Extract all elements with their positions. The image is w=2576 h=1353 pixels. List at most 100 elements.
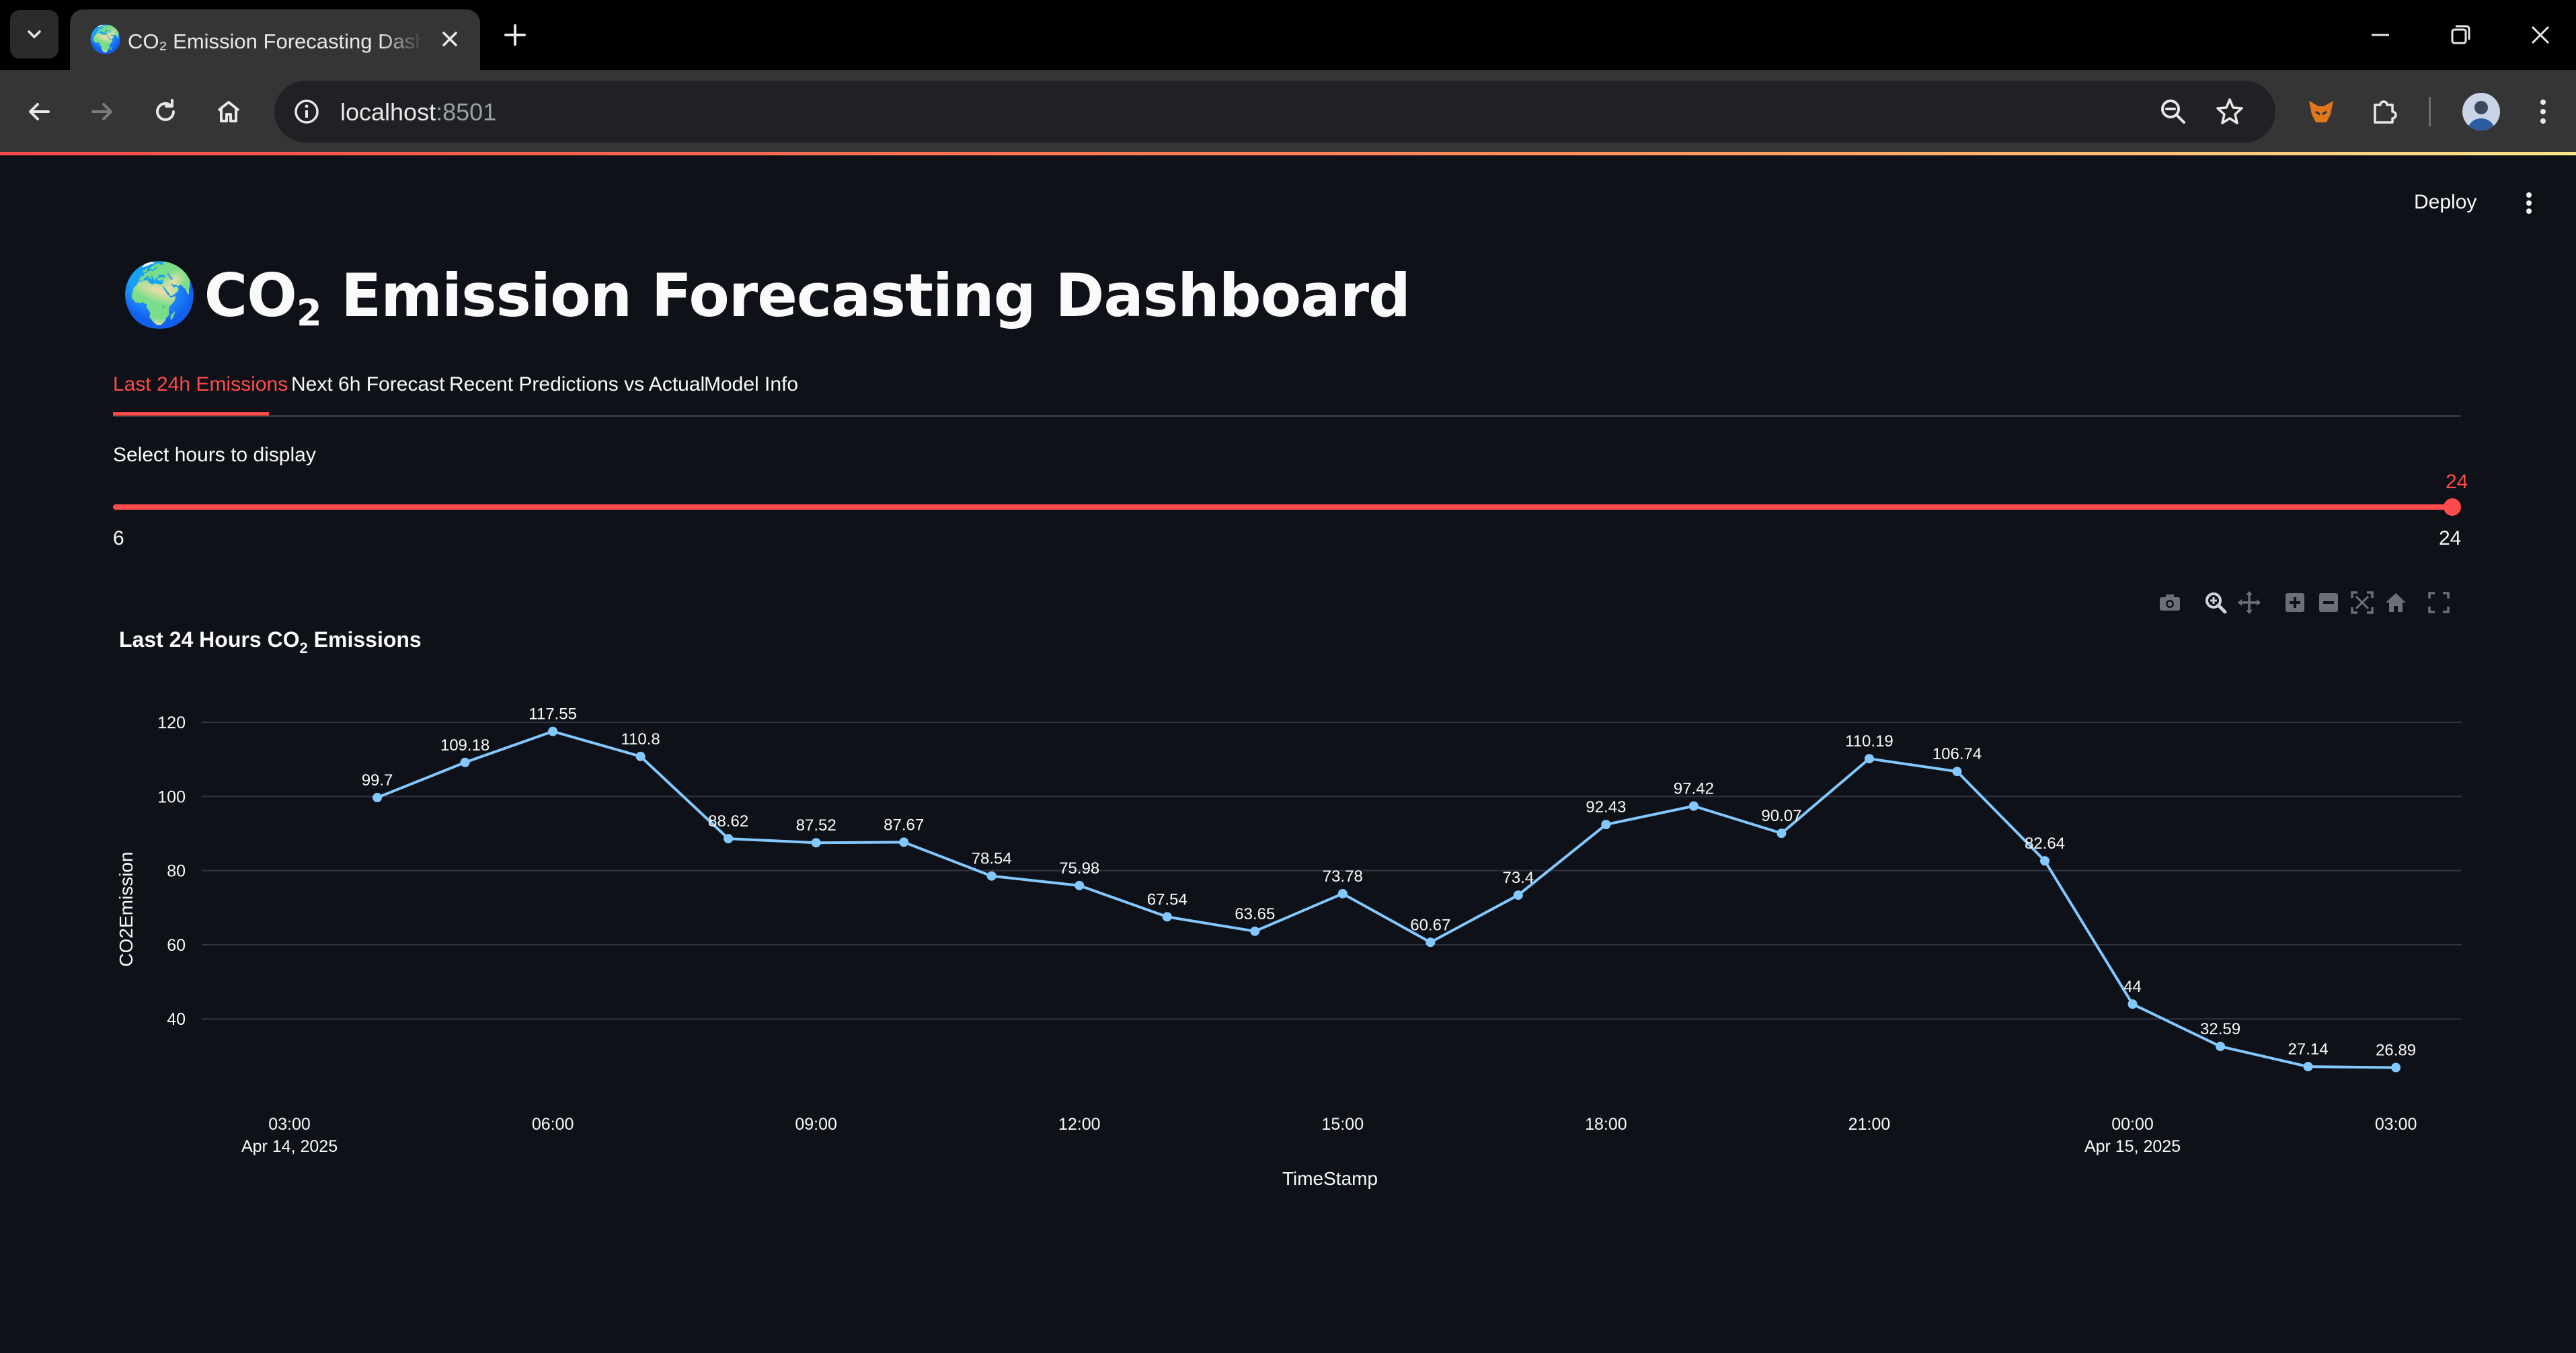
data-point — [460, 757, 470, 767]
data-label: 106.74 — [1933, 745, 1982, 763]
tab-next-6h-forecast[interactable]: Next 6h Forecast — [291, 373, 444, 396]
minimize-icon[interactable] — [2366, 20, 2395, 50]
tab-model-info[interactable]: Model Info — [704, 373, 798, 396]
data-point — [1250, 926, 1260, 936]
data-point — [2040, 856, 2050, 866]
y-tick-label: 120 — [157, 713, 186, 732]
streamlit-decoration-bar — [0, 152, 2576, 155]
zoom-icon[interactable] — [2202, 589, 2229, 616]
autoscale-icon[interactable] — [2349, 589, 2376, 616]
url-host: localhost — [340, 98, 436, 126]
data-label: 73.78 — [1323, 867, 1363, 886]
data-point — [1426, 937, 1436, 948]
zoom-out-icon[interactable] — [2315, 589, 2342, 616]
home-icon[interactable] — [212, 95, 245, 128]
x-tick-label: 03:00 — [2375, 1115, 2417, 1134]
co2-line-chart[interactable]: Last 24 Hours CO2 Emissions 40 60 80 100 120… — [0, 0, 2576, 1353]
active-tab-indicator — [113, 412, 269, 416]
data-point — [1075, 880, 1085, 890]
data-point — [635, 751, 646, 761]
x-tick-label: 18:00 — [1585, 1115, 1627, 1134]
page-title: 🌍 CO2 Emission Forecasting Dashboard — [121, 259, 1411, 334]
data-point — [1162, 912, 1172, 922]
url-port: :8501 — [436, 98, 497, 126]
address-bar[interactable]: localhost:8501 — [274, 81, 2275, 143]
title-prefix: CO — [204, 261, 297, 330]
x-tick-label: 06:00 — [532, 1115, 574, 1134]
hours-slider-thumb[interactable] — [2444, 498, 2461, 516]
profile-avatar[interactable] — [2462, 93, 2500, 130]
tab-last-24h-emissions[interactable]: Last 24h Emissions — [113, 373, 288, 396]
forward-arrow-icon[interactable] — [86, 95, 118, 128]
fullscreen-icon[interactable] — [2425, 589, 2452, 616]
extensions-puzzle-icon[interactable] — [2367, 94, 2402, 129]
new-tab-plus-icon[interactable] — [500, 20, 530, 50]
back-arrow-icon[interactable] — [23, 95, 55, 128]
zoom-out-icon[interactable] — [2157, 95, 2189, 128]
globe-icon: 🌍 — [121, 259, 198, 331]
data-label: 82.64 — [2025, 835, 2065, 853]
tab-recent-predictions-vs-actual[interactable]: Recent Predictions vs Actual — [449, 373, 705, 396]
title-subscript: 2 — [296, 292, 322, 334]
globe-icon: 🌍 — [89, 25, 122, 54]
data-point — [986, 871, 997, 881]
url-text: localhost:8501 — [340, 98, 496, 126]
chrome-menu-icon[interactable] — [2526, 94, 2561, 129]
pan-icon[interactable] — [2236, 589, 2263, 616]
main-menu-icon[interactable] — [2519, 190, 2539, 217]
data-point — [1864, 754, 1874, 764]
x-tick-label: 03:00 — [268, 1115, 311, 1134]
data-point — [2128, 999, 2138, 1009]
x-tick-label: 15:00 — [1322, 1115, 1364, 1134]
camera-icon[interactable] — [2156, 589, 2183, 616]
reset-axes-home-icon[interactable] — [2382, 589, 2409, 616]
data-point — [2216, 1042, 2226, 1052]
restore-icon[interactable] — [2446, 20, 2475, 50]
data-point — [373, 793, 383, 803]
close-icon[interactable] — [436, 26, 463, 52]
data-label: 44 — [2123, 978, 2142, 996]
data-label: 27.14 — [2288, 1040, 2329, 1058]
x-tick-label: 21:00 — [1848, 1115, 1891, 1134]
tab-search-button[interactable] — [10, 10, 58, 59]
deploy-button[interactable]: Deploy — [2414, 191, 2476, 214]
data-point — [1601, 820, 1611, 830]
browser-tab[interactable]: 🌍 CO₂ Emission Forecasting Dashboard — [70, 9, 480, 70]
y-tick-label: 80 — [167, 862, 186, 881]
site-info-icon[interactable] — [292, 97, 321, 126]
reload-icon[interactable] — [149, 95, 182, 128]
data-label: 67.54 — [1147, 890, 1187, 909]
bookmark-star-icon[interactable] — [2214, 95, 2246, 128]
data-label: 90.07 — [1761, 807, 1801, 825]
close-window-icon[interactable] — [2526, 20, 2555, 50]
data-point — [1688, 801, 1699, 811]
data-label: 60.67 — [1410, 916, 1450, 934]
x-tick-label: 09:00 — [795, 1115, 837, 1134]
title-suffix: Emission Forecasting Dashboard — [321, 261, 1411, 330]
slider-current-value: 24 — [2446, 471, 2468, 493]
series-line — [377, 730, 2396, 1069]
hours-slider-track[interactable] — [113, 504, 2461, 510]
zoom-in-icon[interactable] — [2281, 589, 2308, 616]
data-point — [811, 838, 821, 848]
data-label: 63.65 — [1235, 905, 1275, 923]
metamask-fox-icon[interactable] — [2304, 94, 2339, 129]
data-label: 78.54 — [972, 850, 1012, 868]
data-point — [899, 837, 909, 847]
data-point — [548, 726, 558, 736]
data-label: 97.42 — [1674, 780, 1714, 798]
data-point — [2391, 1062, 2401, 1073]
data-point — [1513, 890, 1523, 900]
data-point — [1952, 767, 1962, 777]
data-point — [1777, 828, 1787, 839]
chevron-down-icon — [28, 30, 41, 38]
x-axis-ticks: 03:00 Apr 14, 2025 06:00 09:00 12:00 15:00 18:… — [241, 1115, 2417, 1156]
data-label: 117.55 — [529, 705, 577, 724]
data-label: 110.8 — [621, 730, 660, 748]
co2-series[interactable]: 99.7 109.18 117.55 110.8 88.62 87.52 87.67 78.5… — [362, 705, 2416, 1073]
browser-tab-title: CO₂ Emission Forecasting Dashboard — [128, 30, 424, 53]
chart-title: Last 24 Hours CO2 Emissions — [119, 627, 422, 656]
chart-gridlines — [202, 722, 2462, 1020]
data-label: 87.67 — [884, 816, 924, 834]
data-label: 32.59 — [2200, 1020, 2240, 1038]
